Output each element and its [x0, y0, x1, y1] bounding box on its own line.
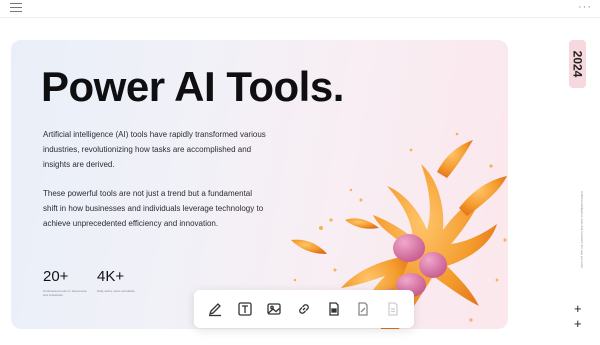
year-badge: 2024	[569, 40, 586, 88]
intro-paragraph: Artificial intelligence (AI) tools have …	[43, 130, 266, 169]
text-tool-icon[interactable]	[234, 298, 256, 320]
vertical-side-text: Artificial intelligence tools that trans…	[580, 191, 584, 268]
link-icon[interactable]	[293, 298, 315, 320]
file-edit-icon[interactable]	[352, 298, 374, 320]
editor-toolbar	[194, 290, 414, 328]
plus-icon[interactable]: +	[574, 317, 582, 330]
stat-value: 20+	[43, 268, 69, 285]
stat-caption: Daily active users worldwide	[97, 289, 135, 293]
plus-icon[interactable]: +	[574, 302, 582, 315]
image-icon[interactable]	[263, 298, 285, 320]
file-icon[interactable]	[323, 298, 345, 320]
hero-title: Power AI Tools.	[41, 63, 344, 110]
stat-caption: Professional tools for businesses and in…	[43, 289, 87, 297]
secondary-paragraph: These powerful tools are not just a tren…	[43, 189, 264, 228]
top-bar: ···	[0, 0, 600, 18]
year-label: 2024	[570, 50, 585, 78]
file-disabled-icon[interactable]	[382, 298, 404, 320]
stat-value: 4K+	[97, 268, 125, 285]
pen-edit-icon[interactable]	[204, 298, 226, 320]
hamburger-menu-icon[interactable]	[10, 3, 22, 13]
stat-tools: 20+ Professional tools for businesses an…	[43, 268, 88, 297]
stat-users: 4K+ Daily active users worldwide	[97, 268, 142, 293]
more-options-icon[interactable]: ···	[578, 1, 592, 13]
hero-card: Power AI Tools. Artificial intelligence …	[11, 40, 508, 329]
